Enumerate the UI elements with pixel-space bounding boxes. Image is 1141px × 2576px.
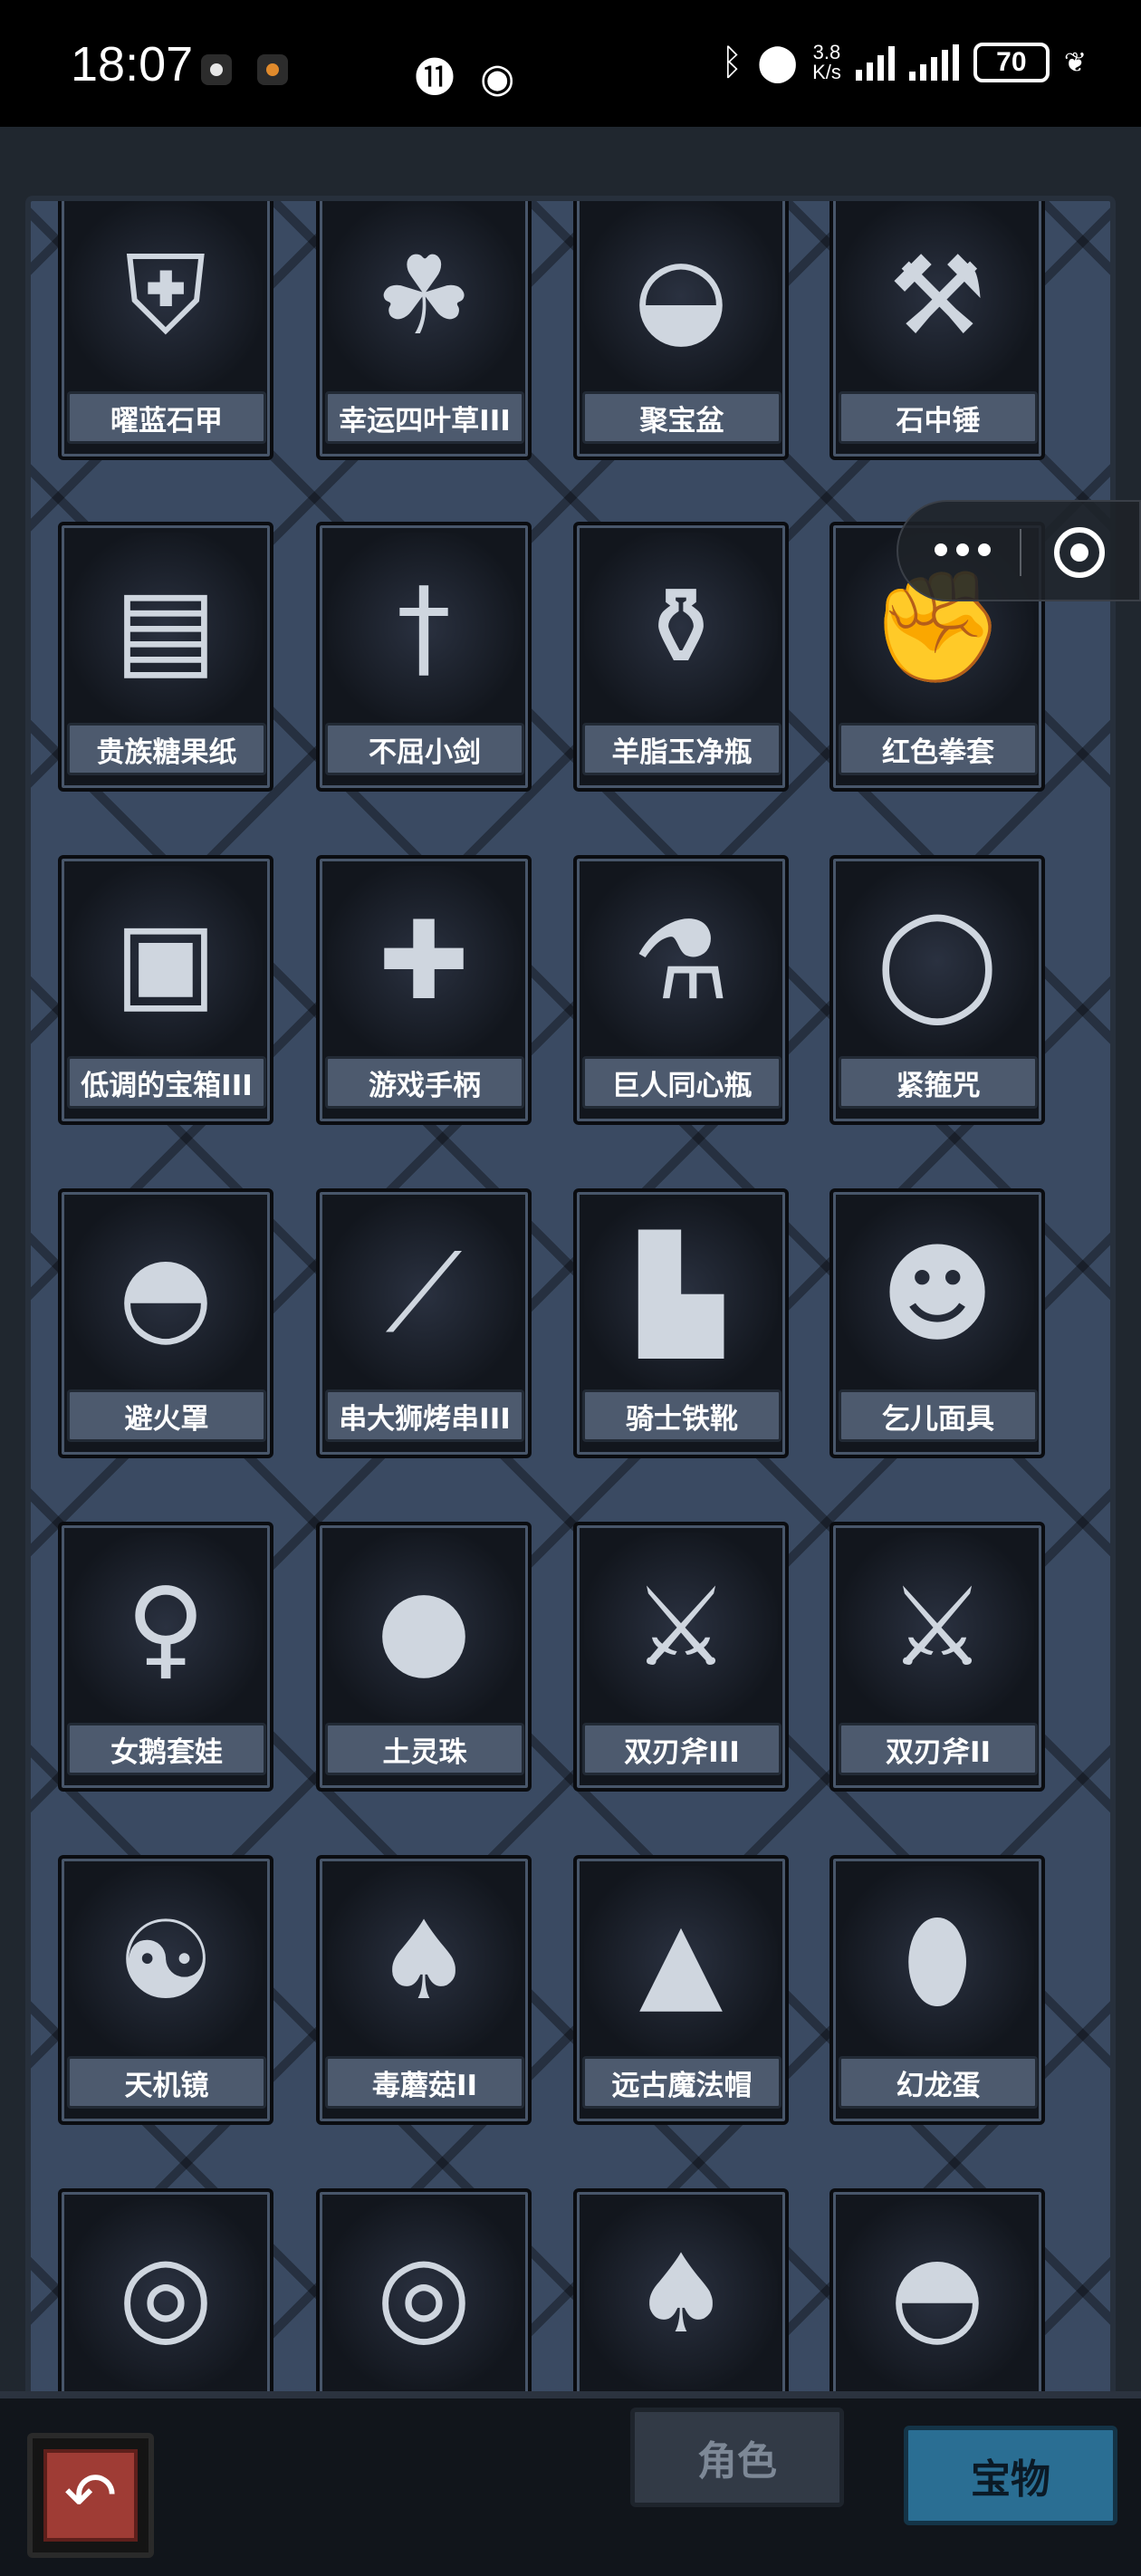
armor-icon: ⛨ (69, 201, 263, 391)
beggar-mask-icon: ☻ (840, 1199, 1034, 1389)
treasure-label: 巨人同心瓶 (582, 1056, 781, 1109)
back-button[interactable]: ↶ (27, 2433, 154, 2558)
treasure-card[interactable]: ⚔ 双刃斧III (573, 1522, 789, 1792)
jade-vase-icon: ⚱ (584, 533, 778, 723)
treasure-card[interactable]: ◒ 聚宝盆 (573, 201, 789, 460)
tab-treasure[interactable]: 宝物 (904, 2426, 1117, 2525)
treasure-label: 双刃斧II (839, 1723, 1038, 1775)
gamepad-icon: ✚ (327, 866, 521, 1056)
clover-icon: ☘ (327, 201, 521, 391)
data-saver-icon: ⓫ (415, 55, 455, 101)
treasure-card[interactable]: ♠ 毒蘑菇II (316, 1855, 532, 2125)
treasure-label: 石中锤 (839, 391, 1038, 444)
treasure-card[interactable]: ⚗ 巨人同心瓶 (573, 855, 789, 1125)
nesting-doll-icon: ♀ (69, 1533, 263, 1723)
treasure-label: 避火罩 (67, 1389, 266, 1442)
treasure-label: 串大狮烤串III (325, 1389, 524, 1442)
treasure-label: 土灵珠 (325, 1723, 524, 1775)
treasure-label: 女鹅套娃 (67, 1723, 266, 1775)
treasure-card[interactable]: ⚱ 羊脂玉净瓶 (573, 522, 789, 792)
candy-paper-icon: ▤ (69, 533, 263, 723)
dragon-egg-icon: ⬮ (840, 1866, 1034, 2056)
iron-boots-icon: ▙ (584, 1199, 778, 1389)
tab-role[interactable]: 角色 (630, 2408, 844, 2507)
treasure-card[interactable]: ⚔ 双刃斧II (829, 1522, 1045, 1792)
treasure-label: 曜蓝石甲 (67, 391, 266, 444)
donut-icon: ◎ (327, 2199, 521, 2389)
treasure-card[interactable]: ☯ 天机镜 (58, 1855, 273, 2125)
treasure-label: 乞儿面具 (839, 1389, 1038, 1442)
treasure-label: 幻龙蛋 (839, 2056, 1038, 2109)
treasure-card[interactable]: ▲ 远古魔法帽 (573, 1855, 789, 2125)
treasure-card[interactable]: ☻ 乞儿面具 (829, 1188, 1045, 1458)
treasure-label: 红色拳套 (839, 723, 1038, 775)
treasure-label: 紧箍咒 (839, 1056, 1038, 1109)
mushroom-icon: ♠ (584, 2199, 778, 2389)
treasure-card[interactable]: ◯ 紧箍咒 (829, 855, 1045, 1125)
golden-ring-icon: ◎ (69, 2199, 263, 2389)
treasure-card[interactable]: ▤ 贵族糖果纸 (58, 522, 273, 792)
treasure-label: 聚宝盆 (582, 391, 781, 444)
treasure-card[interactable]: ☘ 幸运四叶草III (316, 201, 532, 460)
capsule-divider (1020, 529, 1021, 576)
treasure-label: 毒蘑菇II (325, 2056, 524, 2109)
bagua-mirror-icon: ☯ (69, 1866, 263, 2056)
treasure-card[interactable]: ◓ 避火罩 (58, 1188, 273, 1458)
eye-icon: ◉ (480, 55, 515, 101)
game-screen: ⛨ 曜蓝石甲 ☘ 幸运四叶草III ◒ 聚宝盆 ⚒ 石中锤 ▤ 贵族糖果纸 † 不屈小剑 ⚱ 羊脂玉净瓶 ✊… (0, 127, 1141, 2576)
close-target-button[interactable] (1054, 527, 1105, 578)
hammer-icon: ⚒ (840, 201, 1034, 391)
golden-band-icon: ◯ (840, 866, 1034, 1056)
mushroom-icon: ♠ (327, 1866, 521, 2056)
fire-hood-icon: ◓ (69, 1199, 263, 1389)
treasure-label: 低调的宝箱III (67, 1056, 266, 1109)
treasure-label: 远古魔法帽 (582, 2056, 781, 2109)
treasure-label: 天机镜 (67, 2056, 266, 2109)
more-menu-button[interactable] (935, 543, 991, 556)
clock: 18:07 (71, 37, 194, 91)
status-icons-middle: ⓫ ◉ (415, 45, 514, 103)
battery-icon: 70 (973, 43, 1050, 82)
skewer-icon: ⟋ (327, 1199, 521, 1389)
treasure-card[interactable]: ● 土灵珠 (316, 1522, 532, 1792)
recording-icon (257, 54, 288, 85)
treasure-card[interactable]: ⟋ 串大狮烤串III (316, 1188, 532, 1458)
gold-bowl-icon: ◒ (584, 201, 778, 391)
treasure-label: 羊脂玉净瓶 (582, 723, 781, 775)
back-arrow-icon: ↶ (43, 2449, 138, 2542)
treasure-card[interactable]: ⚒ 石中锤 (829, 201, 1045, 460)
treasure-label: 骑士铁靴 (582, 1389, 781, 1442)
treasure-card[interactable]: ✚ 游戏手柄 (316, 855, 532, 1125)
leaf-icon: ❦ (1063, 46, 1087, 79)
sunglasses-icon: ◓ (840, 2199, 1034, 2389)
status-bar: 18:07 ⓫ ◉ ᛒ ⬤ 3.8 K/s 70 ❦ (0, 0, 1141, 127)
treasure-label: 不屈小剑 (325, 723, 524, 775)
bluetooth-icon: ᛒ (721, 42, 743, 83)
treasure-chest-icon: ▣ (69, 866, 263, 1056)
network-speed: 3.8 K/s (812, 41, 841, 83)
treasure-card[interactable]: ♀ 女鹅套娃 (58, 1522, 273, 1792)
treasure-card[interactable]: † 不屈小剑 (316, 522, 532, 792)
wizard-hat-icon: ▲ (584, 1866, 778, 2056)
earth-orb-icon: ● (327, 1533, 521, 1723)
short-sword-icon: † (327, 533, 521, 723)
location-icon: ⬤ (757, 42, 799, 83)
double-axe-icon: ⚔ (840, 1533, 1034, 1723)
jar-icon: ⚗ (584, 866, 778, 1056)
treasure-label: 贵族糖果纸 (67, 723, 266, 775)
treasure-card[interactable]: ⬮ 幻龙蛋 (829, 1855, 1045, 2125)
treasure-card[interactable]: ▙ 骑士铁靴 (573, 1188, 789, 1458)
bottom-bar: ↶ 角色 宝物 (0, 2391, 1141, 2576)
treasure-label: 幸运四叶草III (325, 391, 524, 444)
notification-icon (201, 54, 232, 85)
signal-icon (855, 44, 895, 81)
treasure-card[interactable]: ⛨ 曜蓝石甲 (58, 201, 273, 460)
treasure-label: 游戏手柄 (325, 1056, 524, 1109)
treasure-card[interactable]: ▣ 低调的宝箱III (58, 855, 273, 1125)
double-axe-icon: ⚔ (584, 1533, 778, 1723)
mini-program-capsule (896, 500, 1141, 601)
status-icons-right: ᛒ ⬤ 3.8 K/s 70 ❦ (721, 42, 1087, 83)
treasure-label: 双刃斧III (582, 1723, 781, 1775)
signal-2-icon (908, 44, 959, 81)
